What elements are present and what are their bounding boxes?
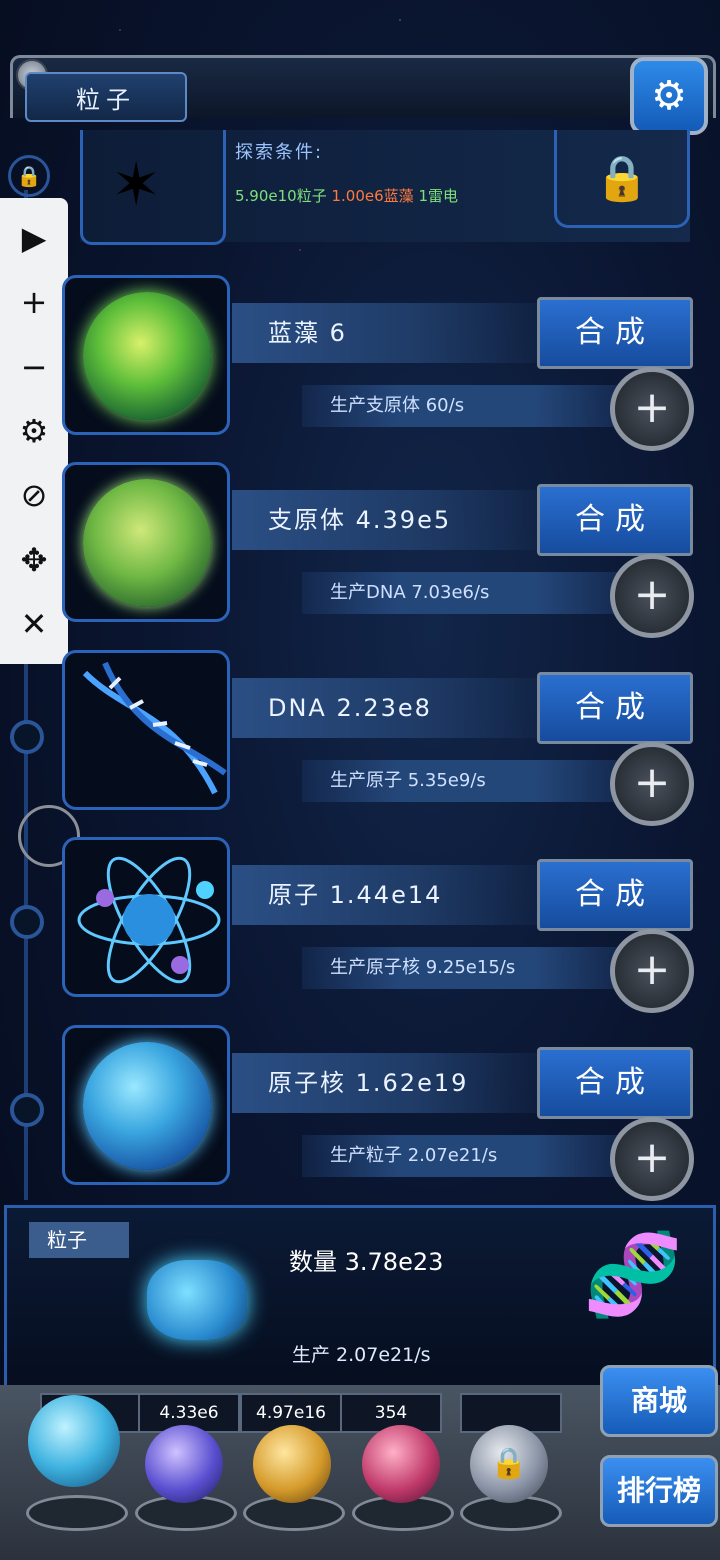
requirement-algae: 1.00e6蓝藻 xyxy=(331,187,414,205)
gear-icon[interactable]: ⚙ xyxy=(4,406,64,456)
synthesize-button[interactable]: 合成 xyxy=(537,859,693,931)
item-production: 生产粒子 2.07e21/s xyxy=(302,1135,632,1177)
mycoplasma-icon xyxy=(83,479,211,607)
explore-requirements: 5.90e10粒子 1.00e6蓝藻 1雷电 xyxy=(235,185,458,206)
synthesize-button[interactable]: 合成 xyxy=(537,672,693,744)
atom-icon xyxy=(77,856,221,984)
lock-icon: 🔒 xyxy=(594,152,650,204)
rail-node xyxy=(10,905,44,939)
ranking-button[interactable]: 排行榜 xyxy=(600,1455,718,1527)
settings-button[interactable]: ⚙ xyxy=(630,57,708,135)
plus-icon: + xyxy=(633,382,671,433)
rail-node xyxy=(10,1093,44,1127)
algae-icon xyxy=(83,292,211,420)
nucleus-icon xyxy=(83,1042,211,1170)
synthesize-button[interactable]: 合成 xyxy=(537,484,693,556)
eye-off-icon[interactable]: ⊘ xyxy=(4,470,64,520)
plus-icon[interactable]: + xyxy=(4,277,64,327)
synthesize-button[interactable]: 合成 xyxy=(537,1047,693,1119)
synthesize-button[interactable]: 合成 xyxy=(537,297,693,369)
lock-icon: 🔒 xyxy=(490,1446,528,1481)
item-production: 生产原子 5.35e9/s xyxy=(302,760,632,802)
upgrade-button[interactable]: + xyxy=(610,367,694,451)
pedestal xyxy=(26,1495,128,1531)
upgrade-button[interactable]: + xyxy=(610,1117,694,1201)
close-icon[interactable]: ✕ xyxy=(4,599,64,649)
lightning-tab-button[interactable] xyxy=(145,1425,223,1503)
requirement-particles: 5.90e10粒子 xyxy=(235,187,327,205)
item-icon-frame xyxy=(62,650,230,810)
upgrade-button[interactable]: + xyxy=(610,742,694,826)
summary-label: 粒子 xyxy=(29,1222,129,1258)
brain-tab-button[interactable] xyxy=(362,1425,440,1503)
plus-icon: + xyxy=(633,757,671,808)
item-name: 原子 1.44e14 xyxy=(232,865,542,925)
item-production: 生产DNA 7.03e6/s xyxy=(302,572,632,614)
item-icon-frame xyxy=(62,1025,230,1185)
silhouette-icon: ✶ xyxy=(111,150,162,220)
locked-tab-button[interactable]: 🔒 xyxy=(470,1425,548,1503)
item-name: 支原体 4.39e5 xyxy=(232,490,542,550)
item-icon-frame xyxy=(62,837,230,997)
item-name: 原子核 1.62e19 xyxy=(232,1053,542,1113)
gear-icon: ⚙ xyxy=(651,73,687,119)
lock-icon: 🔒 xyxy=(8,155,50,197)
locked-item-silhouette: ✶ xyxy=(80,130,226,245)
shop-button[interactable]: 商城 xyxy=(600,1365,718,1437)
item-row-algae: 蓝藻 6 合成 生产支原体 60/s + xyxy=(62,275,702,451)
minus-icon[interactable]: − xyxy=(4,342,64,392)
item-row-mycoplasma: 支原体 4.39e5 合成 生产DNA 7.03e6/s + xyxy=(62,462,702,638)
item-row-nucleus: 原子核 1.62e19 合成 生产粒子 2.07e21/s + xyxy=(62,1025,702,1201)
play-icon[interactable]: ▶ xyxy=(4,213,64,263)
nebula-tab-button[interactable] xyxy=(253,1425,331,1503)
page-title: 粒子 xyxy=(25,72,187,122)
plus-icon: + xyxy=(633,944,671,995)
explore-condition-panel: ✶ 探索条件: 5.90e10粒子 1.00e6蓝藻 1雷电 🔒 xyxy=(80,130,690,245)
requirement-lightning: 1雷电 xyxy=(418,187,458,205)
dna-icon xyxy=(82,661,227,795)
top-bar: 粒子 ⚙ xyxy=(0,45,720,140)
plus-icon: + xyxy=(633,1132,671,1183)
item-production: 生产原子核 9.25e15/s xyxy=(302,947,632,989)
upgrade-button[interactable]: + xyxy=(610,554,694,638)
item-name: 蓝藻 6 xyxy=(232,303,542,363)
particle-summary-panel: 粒子 数量 3.78e23 生产 2.07e21/s 🧬 xyxy=(4,1205,716,1385)
move-icon[interactable]: ✥ xyxy=(4,535,64,585)
resource-dock: 4.33e6 4.97e16 354 🔒 商城 排行榜 xyxy=(0,1365,720,1560)
explore-lock-button[interactable]: 🔒 xyxy=(554,130,690,228)
item-row-dna: DNA 2.23e8 合成 生产原子 5.35e9/s + xyxy=(62,650,702,826)
particle-tab-button[interactable] xyxy=(28,1395,120,1487)
particle-production: 生产 2.07e21/s xyxy=(292,1344,431,1366)
item-production: 生产支原体 60/s xyxy=(302,385,632,427)
item-name: DNA 2.23e8 xyxy=(232,678,542,738)
upgrade-button[interactable]: + xyxy=(610,929,694,1013)
particle-cluster-icon xyxy=(147,1260,247,1340)
explore-condition-label: 探索条件: xyxy=(235,142,324,163)
item-icon-frame xyxy=(62,462,230,622)
plus-icon: + xyxy=(633,569,671,620)
particle-count: 数量 3.78e23 xyxy=(289,1248,444,1276)
dna-icon: 🧬 xyxy=(583,1228,683,1321)
item-icon-frame xyxy=(62,275,230,435)
floating-toolbar: ▶ + − ⚙ ⊘ ✥ ✕ xyxy=(0,198,68,664)
item-row-atom: 原子 1.44e14 合成 生产原子核 9.25e15/s + xyxy=(62,837,702,1013)
rail-node xyxy=(10,720,44,754)
